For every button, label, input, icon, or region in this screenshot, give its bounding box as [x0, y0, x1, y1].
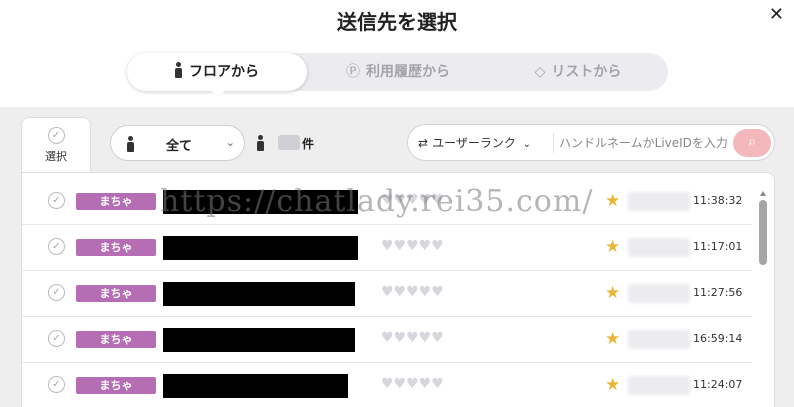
- close-icon[interactable]: ✕: [769, 4, 784, 25]
- redacted-name: [163, 374, 348, 398]
- redacted-name: [163, 282, 355, 306]
- source-tabs: フロアから Ⓟ 利用履歴から ◇ リストから: [127, 53, 668, 91]
- search-icon: ⌕: [748, 134, 756, 150]
- status-badge: まちゃ: [76, 285, 156, 302]
- chevron-down-icon: ⌄: [225, 136, 235, 149]
- timestamp: 11:17:01: [693, 240, 743, 253]
- user-rank-sort[interactable]: ⇄ ユーザーランク ⌄: [418, 134, 531, 151]
- blurred-info: [628, 192, 690, 211]
- scrollbar[interactable]: [758, 191, 768, 406]
- list-item[interactable]: ✓ まちゃ ♥♥♥♥♥ ★ 11:27:56: [22, 271, 752, 317]
- check-circle-icon[interactable]: ✓: [48, 238, 65, 255]
- scroll-up-arrow[interactable]: [760, 191, 766, 196]
- person-icon: [127, 136, 135, 152]
- status-badge: まちゃ: [76, 377, 156, 394]
- tab-floor[interactable]: フロアから: [127, 53, 307, 91]
- list-item[interactable]: ✓ まちゃ ♥♥♥♥♥ ★ 11:38:32: [22, 179, 752, 225]
- hearts-rating: ♥♥♥♥♥: [381, 284, 444, 300]
- check-circle-icon[interactable]: ✓: [48, 330, 65, 347]
- redacted-name: [163, 190, 358, 214]
- filter-value: 全て: [166, 139, 193, 154]
- chevron-down-icon: ⌄: [522, 139, 532, 150]
- count-unit: 件: [302, 137, 315, 151]
- status-badge: まちゃ: [76, 331, 156, 348]
- blurred-info: [628, 376, 690, 395]
- star-icon[interactable]: ★: [605, 191, 620, 211]
- check-circle-icon[interactable]: ✓: [48, 192, 65, 209]
- search-bar: ⇄ユーザーランク ⌄ ⌕: [407, 124, 775, 161]
- person-icon: [175, 53, 183, 91]
- check-circle-icon: ✓: [47, 127, 65, 144]
- timestamp: 11:24:07: [693, 378, 743, 391]
- p-circle-icon: Ⓟ: [346, 64, 360, 80]
- blurred-info: [628, 238, 690, 257]
- timestamp: 16:59:14: [693, 332, 743, 345]
- star-icon[interactable]: ★: [605, 329, 620, 349]
- scrollbar-thumb[interactable]: [759, 200, 767, 265]
- list-item[interactable]: ✓ まちゃ ♥♥♥♥♥ ★ 11:17:01: [22, 225, 752, 271]
- user-rank-label: ユーザーランク: [432, 136, 516, 150]
- search-input[interactable]: [559, 133, 729, 153]
- star-icon[interactable]: ★: [605, 283, 620, 303]
- status-badge: まちゃ: [76, 193, 156, 210]
- check-circle-icon[interactable]: ✓: [48, 376, 65, 393]
- dialog-title: 送信先を選択: [337, 10, 457, 34]
- tag-icon: ◇: [534, 64, 546, 80]
- timestamp: 11:27:56: [693, 286, 743, 299]
- hearts-rating: ♥♥♥♥♥: [381, 192, 444, 208]
- list-item[interactable]: ✓ まちゃ ♥♥♥♥♥ ★ 11:24:07: [22, 363, 752, 407]
- search-button[interactable]: ⌕: [733, 129, 771, 157]
- tab-history-label: 利用履歴から: [366, 64, 450, 80]
- tab-floor-label: フロアから: [189, 64, 259, 80]
- hearts-rating: ♥♥♥♥♥: [381, 376, 444, 392]
- gender-filter-select[interactable]: 全て ⌄: [110, 125, 245, 161]
- blurred-info: [628, 284, 690, 303]
- divider: [553, 133, 554, 153]
- select-all-label: 選択: [45, 150, 67, 163]
- recipient-list: ✓ まちゃ ♥♥♥♥♥ ★ 11:38:32 ✓ まちゃ ♥♥♥♥♥ ★ 11:…: [21, 172, 775, 407]
- sliders-icon: ⇄: [418, 136, 429, 150]
- timestamp: 11:38:32: [693, 194, 743, 207]
- star-icon[interactable]: ★: [605, 237, 620, 257]
- list-item[interactable]: ✓ まちゃ ♥♥♥♥♥ ★ 16:59:14: [22, 317, 752, 363]
- person-icon: [257, 135, 265, 151]
- redacted-name: [163, 328, 355, 352]
- count-value: [278, 135, 300, 150]
- hearts-rating: ♥♥♥♥♥: [381, 330, 444, 346]
- status-badge: まちゃ: [76, 239, 156, 256]
- tab-list-label: リストから: [551, 64, 622, 80]
- redacted-name: [163, 236, 358, 260]
- blurred-info: [628, 330, 690, 349]
- tab-history[interactable]: Ⓟ 利用履歴から: [308, 53, 488, 91]
- tab-list[interactable]: ◇ リストから: [488, 53, 668, 91]
- check-circle-icon[interactable]: ✓: [48, 284, 65, 301]
- active-tab-pointer: [210, 89, 226, 98]
- select-all-button[interactable]: ✓ 選択: [21, 117, 91, 173]
- hearts-rating: ♥♥♥♥♥: [381, 238, 444, 254]
- star-icon[interactable]: ★: [605, 375, 620, 395]
